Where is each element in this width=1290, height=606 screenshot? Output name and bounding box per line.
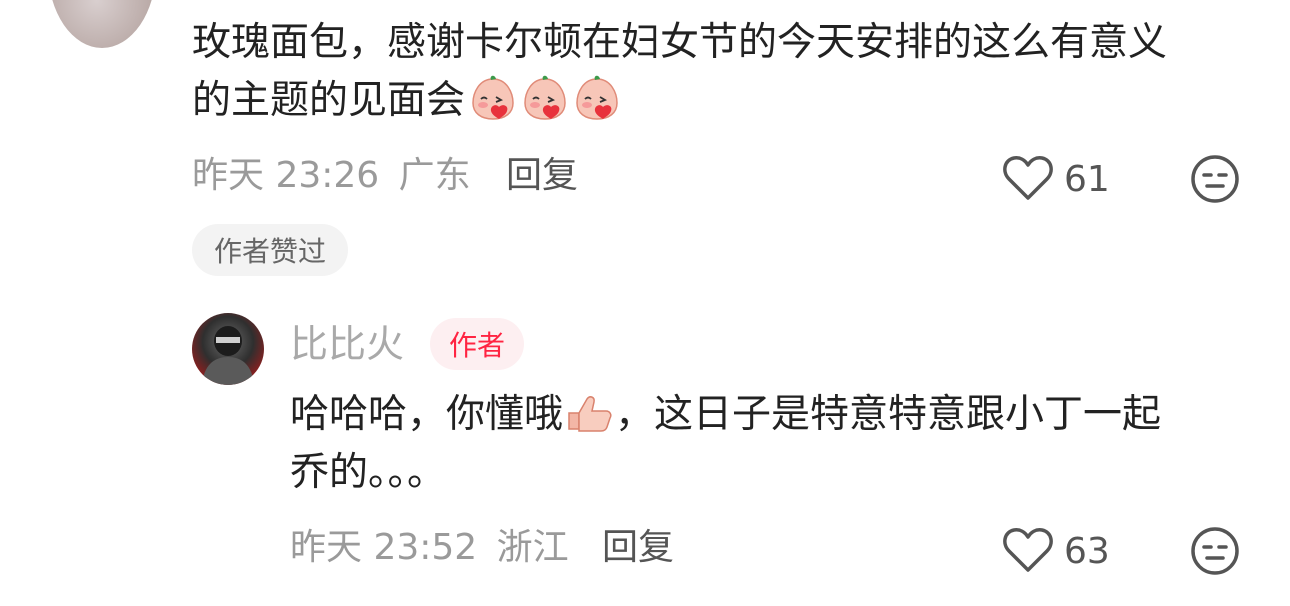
reply-text-line1: 哈哈哈，你懂哦 ，这日子是特意特意跟小丁一起 bbox=[290, 392, 1162, 437]
comment-text-line1: 玫瑰面包，感谢卡尔顿在妇女节的今天安排的这么有意义 bbox=[192, 20, 1168, 65]
reply-text: 哈哈哈，你懂哦 ，这日子是特意特意跟小丁一起 乔的。。。 bbox=[290, 386, 1250, 502]
comment-text-line2: 的主题的见面会 bbox=[192, 72, 1252, 130]
reply-location: 浙江 bbox=[496, 527, 569, 568]
blushing-face-emoji bbox=[576, 75, 618, 120]
comment-location: 广东 bbox=[398, 155, 471, 196]
liked-by-author-badge: 作者赞过 bbox=[192, 224, 348, 276]
avatar-figure bbox=[202, 326, 254, 385]
thumbs-up-emoji bbox=[568, 396, 612, 432]
reply-text-line2: 乔的。。。 bbox=[290, 450, 447, 495]
reply-meta: 昨天 23:52 浙江 bbox=[290, 528, 569, 568]
comment-reply-button[interactable]: 回复 bbox=[506, 156, 578, 196]
heart-outline-icon[interactable] bbox=[1002, 154, 1054, 202]
reply-like-count: 63 bbox=[1064, 531, 1110, 572]
commenter-avatar[interactable] bbox=[48, 0, 156, 48]
reply-reply-button[interactable]: 回复 bbox=[602, 528, 674, 568]
comment-time: 昨天 23:26 bbox=[192, 155, 380, 196]
comment-meta: 昨天 23:26 广东 bbox=[192, 156, 471, 196]
heart-outline-icon[interactable] bbox=[1002, 526, 1054, 574]
reply-author-avatar[interactable] bbox=[192, 313, 264, 385]
reply-author-name[interactable]: 比比火 bbox=[290, 322, 404, 366]
neutral-face-icon[interactable] bbox=[1190, 154, 1240, 204]
reply-time: 昨天 23:52 bbox=[290, 527, 478, 568]
author-badge: 作者 bbox=[430, 318, 524, 370]
comment-like-count: 61 bbox=[1064, 159, 1110, 200]
comment-text: 玫瑰面包，感谢卡尔顿在妇女节的今天安排的这么有意义 的主题的见面会 bbox=[192, 14, 1252, 130]
blushing-face-emoji bbox=[472, 75, 514, 120]
neutral-face-icon[interactable] bbox=[1190, 526, 1240, 576]
blushing-face-emoji bbox=[524, 75, 566, 120]
